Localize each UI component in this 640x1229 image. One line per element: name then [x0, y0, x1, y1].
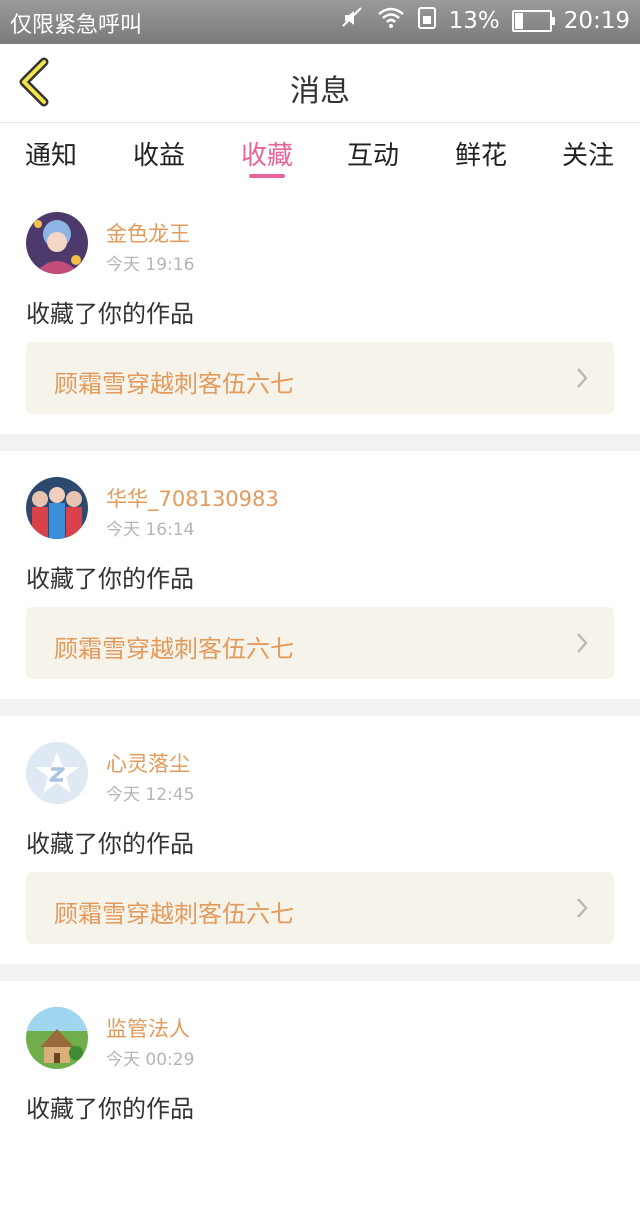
status-bar: 仅限紧急呼叫 13% 20:19	[0, 0, 640, 44]
timestamp: 今天 12:45	[106, 785, 195, 805]
timestamp: 今天 00:29	[106, 1050, 195, 1070]
divider	[0, 434, 640, 451]
carrier-text: 仅限紧急呼叫	[10, 13, 143, 38]
list-item: 华华_708130983 今天 16:14 收藏了你的作品 顾霜雪穿越刺客伍六七	[0, 451, 640, 699]
header: 消息	[0, 44, 640, 123]
timestamp: 今天 16:14	[106, 520, 195, 540]
avatar[interactable]	[26, 212, 88, 274]
user-name[interactable]: 金色龙王	[106, 218, 190, 248]
sim-icon	[417, 7, 437, 35]
message-list: 金色龙王 今天 19:16 收藏了你的作品 顾霜雪穿越刺客伍六七 华华_7081…	[0, 186, 640, 1229]
chevron-right-icon	[577, 898, 588, 918]
tab-bar: 通知 收益 收藏 互动 鲜花 关注	[0, 123, 640, 185]
status-icons: 13% 20:19	[341, 6, 630, 36]
tab-flowers[interactable]: 鲜花	[436, 135, 526, 172]
list-item: 金色龙王 今天 19:16 收藏了你的作品 顾霜雪穿越刺客伍六七	[0, 186, 640, 434]
divider	[0, 964, 640, 981]
action-text: 收藏了你的作品	[26, 565, 194, 593]
mute-icon	[341, 6, 365, 36]
clock-time: 20:19	[563, 8, 630, 34]
tab-earnings[interactable]: 收益	[114, 135, 204, 172]
action-text: 收藏了你的作品	[26, 1095, 194, 1123]
work-link[interactable]: 顾霜雪穿越刺客伍六七	[26, 872, 614, 944]
tab-notify[interactable]: 通知	[6, 135, 96, 172]
work-link[interactable]: 顾霜雪穿越刺客伍六七	[26, 607, 614, 679]
work-title: 顾霜雪穿越刺客伍六七	[54, 370, 294, 398]
tab-favorites[interactable]: 收藏	[222, 135, 312, 172]
timestamp: 今天 19:16	[106, 255, 195, 275]
work-link[interactable]: 顾霜雪穿越刺客伍六七	[26, 342, 614, 414]
work-title: 顾霜雪穿越刺客伍六七	[54, 900, 294, 928]
avatar[interactable]	[26, 742, 88, 804]
battery-icon	[511, 10, 555, 32]
tab-follow[interactable]: 关注	[543, 135, 633, 172]
avatar[interactable]	[26, 477, 88, 539]
action-text: 收藏了你的作品	[26, 830, 194, 858]
wifi-icon	[377, 7, 405, 35]
action-text: 收藏了你的作品	[26, 300, 194, 328]
user-name[interactable]: 心灵落尘	[106, 748, 190, 778]
user-name[interactable]: 监管法人	[106, 1013, 190, 1043]
battery-percent: 13%	[448, 8, 500, 34]
tab-interact[interactable]: 互动	[328, 135, 418, 172]
chevron-right-icon	[577, 633, 588, 653]
list-item: 心灵落尘 今天 12:45 收藏了你的作品 顾霜雪穿越刺客伍六七	[0, 716, 640, 964]
active-tab-indicator	[249, 174, 285, 178]
page-title: 消息	[290, 74, 350, 109]
work-title: 顾霜雪穿越刺客伍六七	[54, 635, 294, 663]
chevron-right-icon	[577, 368, 588, 388]
list-item: 监管法人 今天 00:29 收藏了你的作品	[0, 981, 640, 1229]
avatar[interactable]	[26, 1007, 88, 1069]
divider	[0, 699, 640, 716]
user-name[interactable]: 华华_708130983	[106, 483, 279, 513]
